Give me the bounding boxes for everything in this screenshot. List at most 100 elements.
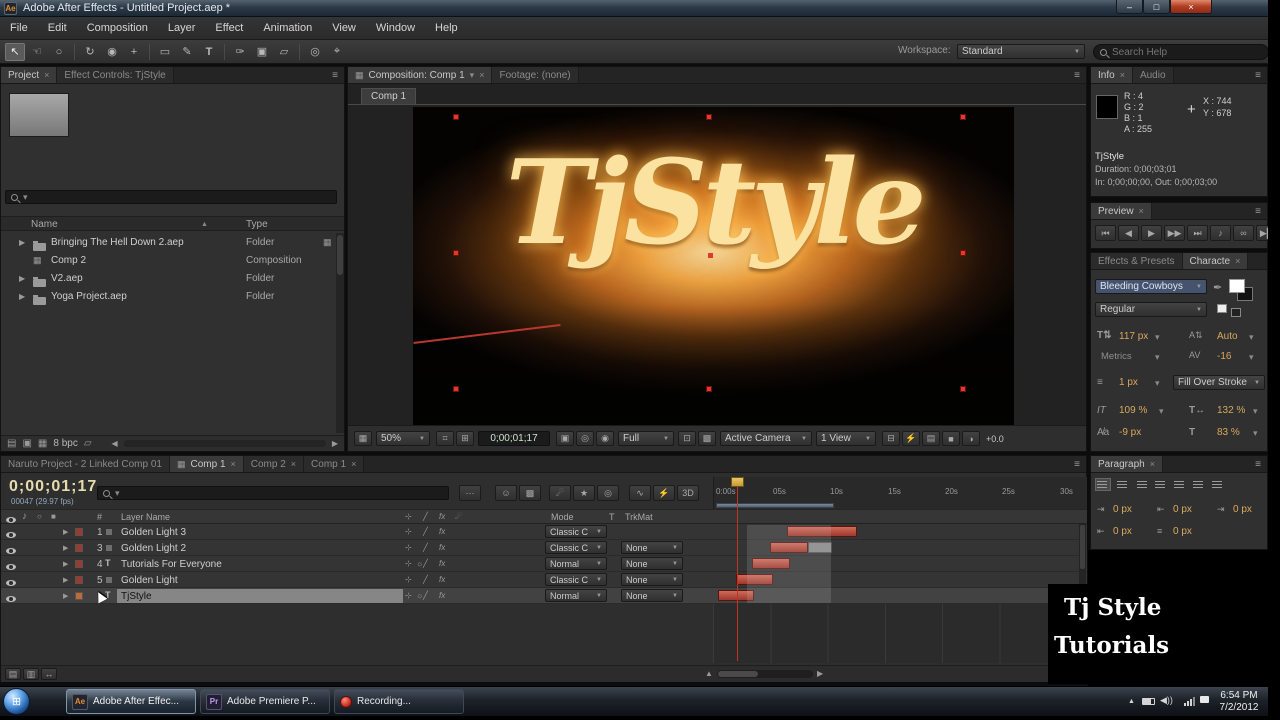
close-button[interactable]: × xyxy=(1170,0,1212,14)
first-frame-icon[interactable]: ⏮︎ xyxy=(1095,225,1116,241)
align-left-icon[interactable] xyxy=(1095,478,1111,491)
brush-tool-icon[interactable]: ✑ xyxy=(230,43,250,61)
project-scrollbar[interactable] xyxy=(336,233,344,433)
align-right-icon[interactable] xyxy=(1133,478,1149,491)
action-center-flag-icon[interactable] xyxy=(1200,696,1209,703)
resolution-dropdown[interactable]: Full ▼ xyxy=(618,431,674,446)
text-tool-icon[interactable]: T xyxy=(199,43,219,61)
twirl-icon[interactable]: ▶ xyxy=(63,528,68,536)
timeline-search-box[interactable]: ▾ xyxy=(97,486,449,500)
workspace-dropdown[interactable]: Standard ▼ xyxy=(957,44,1085,59)
hand-tool-icon[interactable]: ☜ xyxy=(27,43,47,61)
eyedropper-icon[interactable]: ✒ xyxy=(1213,281,1222,294)
collapse-switch-icon[interactable]: ⊹ xyxy=(405,591,412,600)
camera-dropdown[interactable]: Active Camera ▼ xyxy=(720,431,812,446)
tracking-value[interactable]: -16 xyxy=(1217,351,1231,362)
tab-audio[interactable]: Audio xyxy=(1132,67,1174,83)
selection-handle[interactable] xyxy=(960,114,966,120)
toggle-transfer-icon[interactable]: ▥ xyxy=(23,668,39,680)
brainstorm-icon[interactable]: ★ xyxy=(573,485,595,501)
column-t[interactable]: T xyxy=(609,512,615,522)
time-ruler[interactable]: 0:00s 05s 10s 15s 20s 25s 30s xyxy=(713,477,1087,509)
pan-behind-tool-icon[interactable]: + xyxy=(124,43,144,61)
project-row[interactable]: ▶ Bringing The Hell Down 2.aep Folder ▦ xyxy=(1,233,338,251)
menu-composition[interactable]: Composition xyxy=(77,17,158,39)
taskbar-app-recording[interactable]: Recording... xyxy=(334,689,464,714)
exposure-value[interactable]: +0.0 xyxy=(986,434,1004,444)
collapse-column-icon[interactable]: ⊹ xyxy=(405,512,412,521)
eye-icon[interactable] xyxy=(6,596,16,602)
auto-keyframe-icon[interactable]: ◎ xyxy=(597,485,619,501)
chevron-down-icon[interactable]: ▾ xyxy=(1159,406,1164,417)
solo-column-icon[interactable]: ○ xyxy=(37,512,42,521)
tsume-value[interactable]: 83 % xyxy=(1217,427,1240,438)
tab-timeline-naruto[interactable]: Naruto Project - 2 Linked Comp 01 xyxy=(1,456,170,472)
eye-icon[interactable] xyxy=(6,580,16,586)
previous-frame-icon[interactable]: ◀ xyxy=(1118,225,1139,241)
kerning-value[interactable]: Auto xyxy=(1217,331,1238,342)
close-icon[interactable]: × xyxy=(351,459,356,469)
maximize-button[interactable]: □ xyxy=(1143,0,1170,14)
last-frame-icon[interactable]: ⏭︎ xyxy=(1187,225,1208,241)
eye-icon[interactable] xyxy=(6,564,16,570)
quality-column-icon[interactable]: ╱ xyxy=(423,512,428,521)
loop-icon[interactable]: ∞ xyxy=(1233,225,1254,241)
magnification-dropdown[interactable]: 50% ▼ xyxy=(376,431,430,446)
close-icon[interactable]: × xyxy=(1139,206,1144,216)
zoom-in-icon[interactable]: ▶ xyxy=(817,669,823,678)
fx-column-icon[interactable]: fx xyxy=(439,512,445,521)
quality-switch-icon[interactable]: ╱ xyxy=(423,527,428,536)
comp-viewport[interactable]: TjStyle xyxy=(413,107,1014,425)
tab-timeline-comp2[interactable]: Comp 2 × xyxy=(243,456,305,472)
flowchart-icon[interactable]: ■ xyxy=(942,431,960,446)
quality-switch-icon[interactable]: ╱ xyxy=(423,575,428,584)
menu-layer[interactable]: Layer xyxy=(158,17,206,39)
menu-effect[interactable]: Effect xyxy=(205,17,253,39)
pen-tool-icon[interactable]: ✎ xyxy=(177,43,197,61)
layer-row[interactable]: ▶ 4 T Tutorials For Everyone ⊹ ☼ ╱ fx No… xyxy=(1,556,1087,572)
close-icon[interactable]: × xyxy=(44,70,49,80)
column-type[interactable]: Type xyxy=(246,219,268,230)
justify-last-left-icon[interactable] xyxy=(1152,478,1168,491)
work-area-bar[interactable] xyxy=(716,503,834,508)
audio-icon[interactable]: ♪ xyxy=(1210,225,1231,241)
menu-window[interactable]: Window xyxy=(366,17,425,39)
tab-effect-controls[interactable]: Effect Controls: TjStyle xyxy=(57,67,174,83)
horizontal-scrollbar[interactable] xyxy=(123,440,326,447)
font-size-value[interactable]: 117 px xyxy=(1119,331,1148,342)
tab-paragraph[interactable]: Paragraph × xyxy=(1091,456,1163,472)
volume-icon[interactable]: ◀)) xyxy=(1160,695,1173,706)
label-chip[interactable] xyxy=(75,544,83,552)
taskbar-app-premiere[interactable]: Pr Adobe Premiere P... xyxy=(200,689,330,714)
baseline-shift-value[interactable]: -9 px xyxy=(1119,427,1141,438)
stroke-width-value[interactable]: 1 px xyxy=(1119,377,1138,388)
close-icon[interactable]: × xyxy=(1120,70,1125,80)
layer-row[interactable]: ▶ 1 Golden Light 3 ⊹ ╱ fx Classic C ▼ xyxy=(1,524,1087,540)
project-row[interactable]: ▶ V2.aep Folder xyxy=(1,269,338,287)
mode-dropdown[interactable]: Normal ▼ xyxy=(545,557,607,570)
panel-menu-icon[interactable]: ≡ xyxy=(1249,206,1267,217)
fast-preview-icon[interactable]: ⚡ xyxy=(902,431,920,446)
timeline-hscrollbar[interactable] xyxy=(717,670,813,678)
clone-stamp-tool-icon[interactable]: ▣ xyxy=(252,43,272,61)
toggle-switches-icon[interactable]: ▤ xyxy=(5,668,21,680)
search-help-box[interactable] xyxy=(1093,44,1269,60)
mode-dropdown[interactable]: Classic C ▼ xyxy=(545,573,607,586)
label-chip[interactable] xyxy=(75,592,83,600)
graph-editor-icon[interactable]: ∿ xyxy=(629,485,651,501)
close-icon[interactable]: × xyxy=(1235,256,1240,266)
tab-timeline-comp1[interactable]: ▦ Comp 1 × xyxy=(169,456,244,472)
quality-switch-icon[interactable]: ╱ xyxy=(423,591,428,600)
axis-mode-icon[interactable]: ⌖ xyxy=(327,43,347,61)
zoom-out-icon[interactable]: ▲ xyxy=(705,669,713,678)
collapse-switch-icon[interactable]: ⊹ xyxy=(405,559,412,568)
chevron-down-icon[interactable]: ▾ xyxy=(1155,352,1160,363)
timeline-timecode[interactable]: 0;00;01;17 xyxy=(9,478,97,496)
indent-right-value[interactable]: 0 px xyxy=(1233,504,1252,515)
close-icon[interactable]: × xyxy=(231,459,236,469)
eye-icon[interactable] xyxy=(6,532,16,538)
chevron-down-icon[interactable]: ▾ xyxy=(1155,332,1160,343)
twirl-icon[interactable]: ▶ xyxy=(19,238,25,247)
scroll-left-icon[interactable]: ◀ xyxy=(112,439,118,448)
live-update-icon[interactable]: ⚡ xyxy=(653,485,675,501)
